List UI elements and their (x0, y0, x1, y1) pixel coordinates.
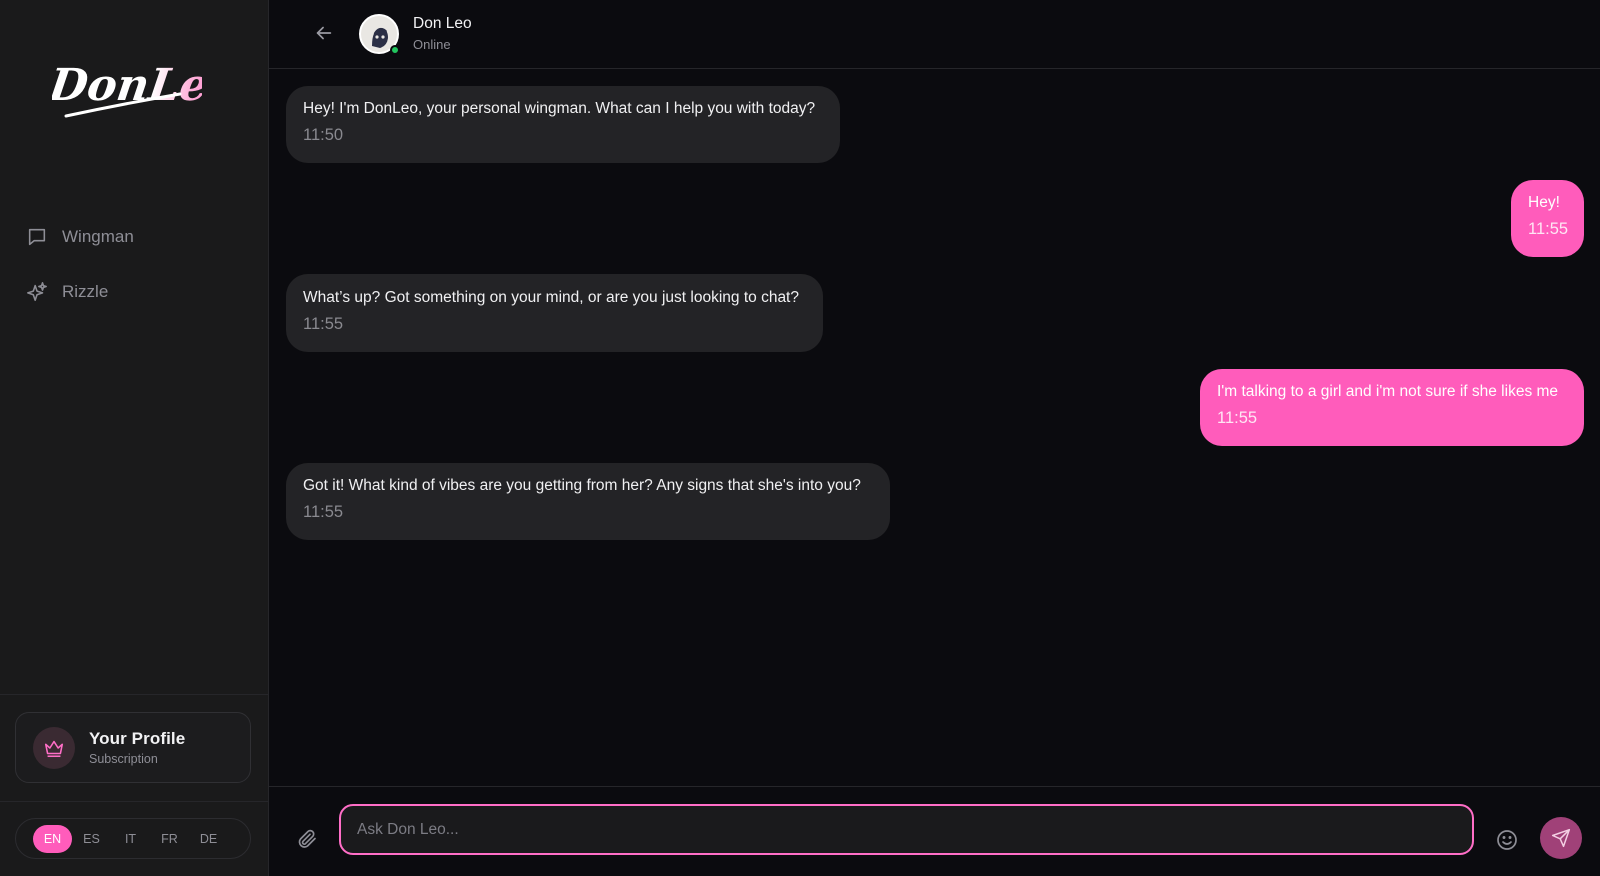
donleo-logo[interactable]: DonLeo (52, 54, 202, 124)
bot-message: Hey! I'm DonLeo, your personal wingman. … (286, 86, 840, 163)
bot-message: What’s up? Got something on your mind, o… (286, 274, 823, 352)
message-text: What’s up? Got something on your mind, o… (303, 289, 799, 306)
message-composer (269, 786, 1600, 876)
paperclip-icon[interactable] (295, 827, 319, 851)
sidebar: DonLeo Wingman Rizzle Your Profile Subsc… (0, 0, 269, 876)
sidebar-item-wingman[interactable]: Wingman (26, 222, 134, 252)
emoji-icon[interactable] (1495, 828, 1519, 852)
profile-title: Your Profile (89, 729, 186, 748)
send-button[interactable] (1540, 817, 1582, 859)
crown-icon (44, 740, 64, 757)
divider (0, 801, 269, 802)
lang-es[interactable]: ES (72, 825, 111, 853)
sidebar-item-label: Rizzle (62, 282, 109, 301)
message-time: 11:55 (303, 315, 344, 333)
user-message: I'm talking to a girl and i'm not sure i… (1200, 369, 1584, 446)
divider (0, 694, 269, 695)
lang-it[interactable]: IT (111, 825, 150, 853)
sparkles-icon (27, 282, 47, 302)
message-time: 11:50 (303, 126, 344, 144)
chat-header: Don Leo Online (269, 0, 1600, 69)
message-input[interactable] (339, 804, 1474, 855)
lang-de[interactable]: DE (189, 825, 228, 853)
message-text: Hey! I'm DonLeo, your personal wingman. … (303, 100, 816, 117)
contact-status: Online (413, 37, 451, 52)
lang-en[interactable]: EN (33, 824, 72, 853)
message-text: Hey! (1528, 194, 1560, 211)
sidebar-item-label: Wingman (62, 227, 134, 246)
message-time: 11:55 (1217, 409, 1258, 427)
message-text: Got it! What kind of vibes are you getti… (303, 477, 861, 494)
profile-avatar (33, 726, 75, 769)
message-text: I'm talking to a girl and i'm not sure i… (1217, 383, 1559, 400)
lang-fr[interactable]: FR (150, 825, 189, 853)
sidebar-item-rizzle[interactable]: Rizzle (26, 277, 108, 307)
profile-card[interactable]: Your Profile Subscription (15, 712, 251, 783)
profile-subtitle: Subscription (89, 752, 158, 766)
bot-message: Got it! What kind of vibes are you getti… (286, 463, 890, 540)
message-time: 11:55 (303, 503, 344, 521)
message-time: 11:55 (1528, 220, 1569, 238)
back-arrow-icon[interactable] (313, 22, 335, 44)
language-switcher: EN ES IT FR DE (15, 818, 251, 859)
chat-bubble-icon (28, 228, 46, 246)
contact-name: Don Leo (413, 15, 472, 32)
user-message: Hey! 11:55 (1511, 180, 1584, 257)
send-icon (1551, 828, 1571, 848)
online-status-dot (390, 45, 400, 55)
